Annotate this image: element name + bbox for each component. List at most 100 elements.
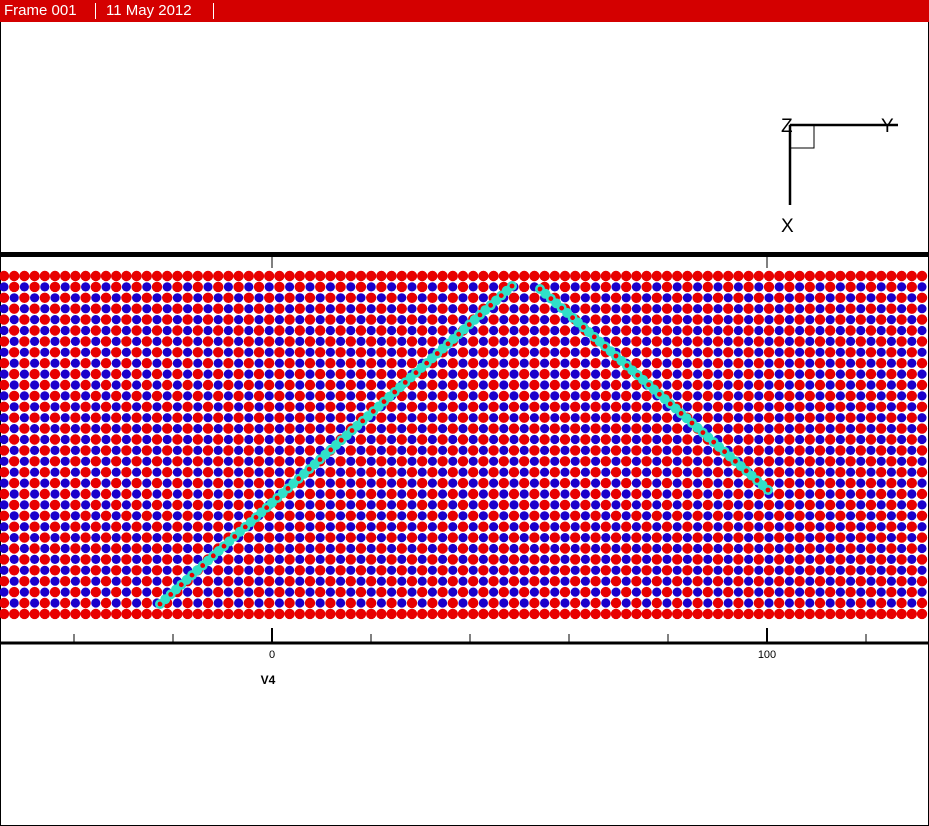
- blue-atom: [856, 522, 866, 532]
- red-atom: [49, 477, 61, 489]
- red-atom: [763, 303, 775, 314]
- blue-atom: [733, 413, 744, 423]
- blue-atom: [805, 576, 815, 586]
- red-atom: [519, 586, 530, 598]
- red-atom: [580, 586, 591, 598]
- red-atom: [906, 477, 917, 489]
- blue-atom: [468, 369, 478, 379]
- blue-atom: [29, 424, 40, 434]
- red-atom: [253, 565, 265, 576]
- blue-atom: [478, 445, 488, 455]
- blue-atom: [907, 424, 917, 434]
- red-atom: [916, 401, 928, 412]
- red-atom: [794, 314, 805, 325]
- blue-atom: [897, 543, 907, 554]
- blue-atom: [540, 358, 550, 368]
- blue-atom: [835, 565, 846, 575]
- blue-atom: [111, 576, 121, 586]
- blue-atom: [305, 369, 315, 379]
- blue-atom: [774, 565, 784, 575]
- blue-atom: [305, 347, 315, 357]
- red-atom: [29, 543, 40, 554]
- red-atom: [590, 423, 601, 434]
- red-atom: [876, 401, 887, 412]
- red-atom: [886, 608, 897, 620]
- red-atom: [610, 314, 622, 325]
- red-atom: [661, 586, 673, 598]
- red-atom: [111, 412, 122, 423]
- blue-atom: [285, 304, 295, 314]
- red-atom: [580, 565, 591, 576]
- blue-atom: [254, 533, 264, 543]
- red-atom: [243, 401, 254, 412]
- blue-atom: [489, 478, 499, 488]
- red-atom: [580, 368, 591, 380]
- blue-atom: [295, 315, 305, 325]
- blue-atom: [805, 424, 815, 434]
- red-atom: [610, 576, 622, 587]
- blue-atom: [886, 598, 897, 608]
- blue-atom: [703, 293, 713, 303]
- red-atom: [406, 467, 418, 478]
- blue-atom: [9, 315, 19, 325]
- blue-atom: [478, 489, 488, 499]
- blue-atom: [19, 500, 29, 510]
- red-atom: [886, 270, 897, 282]
- blue-atom: [305, 325, 315, 336]
- blue-atom: [315, 554, 325, 565]
- red-atom: [519, 543, 530, 554]
- blue-atom: [580, 358, 591, 368]
- red-atom: [396, 565, 407, 576]
- red-atom: [876, 467, 887, 478]
- red-atom: [417, 565, 428, 576]
- red-atom: [855, 401, 866, 412]
- blue-atom: [274, 402, 284, 412]
- blue-atom: [907, 445, 917, 455]
- blue-atom: [132, 533, 142, 543]
- blue-atom: [0, 522, 9, 532]
- red-atom: [774, 379, 785, 391]
- red-atom: [70, 521, 81, 532]
- red-atom: [865, 347, 877, 358]
- blue-atom: [744, 554, 754, 565]
- blue-atom: [478, 554, 488, 565]
- red-atom: [131, 325, 142, 336]
- red-atom: [641, 521, 652, 532]
- blue-atom: [346, 522, 356, 532]
- red-atom: [876, 358, 887, 369]
- red-atom: [447, 554, 458, 565]
- blue-atom: [29, 576, 40, 586]
- blue-atom: [336, 576, 346, 586]
- red-atom: [559, 565, 571, 576]
- blue-atom: [50, 336, 60, 346]
- red-atom: [376, 586, 387, 598]
- blue-atom: [91, 554, 101, 565]
- blue-atom: [846, 554, 856, 565]
- blue-atom: [631, 543, 642, 554]
- red-atom: [325, 358, 336, 369]
- red-atom: [916, 379, 928, 391]
- blue-atom: [693, 522, 703, 532]
- red-atom: [906, 412, 917, 423]
- red-atom: [0, 292, 10, 303]
- blue-atom: [662, 576, 672, 586]
- blue-atom: [744, 315, 754, 325]
- red-atom: [855, 597, 866, 609]
- blue-atom: [60, 565, 70, 575]
- blue-atom: [81, 391, 91, 401]
- blue-atom: [662, 554, 672, 565]
- blue-atom: [570, 565, 580, 575]
- red-atom: [590, 608, 601, 620]
- red-atom: [590, 358, 601, 369]
- red-atom: [876, 510, 887, 521]
- red-atom: [590, 467, 601, 478]
- red-atom: [763, 412, 775, 423]
- red-atom: [355, 456, 367, 467]
- red-atom: [90, 543, 102, 554]
- blue-atom: [764, 511, 774, 521]
- red-atom: [529, 608, 540, 620]
- red-atom: [865, 270, 877, 282]
- blue-atom: [162, 369, 172, 379]
- red-atom: [468, 270, 479, 282]
- red-atom: [723, 477, 734, 489]
